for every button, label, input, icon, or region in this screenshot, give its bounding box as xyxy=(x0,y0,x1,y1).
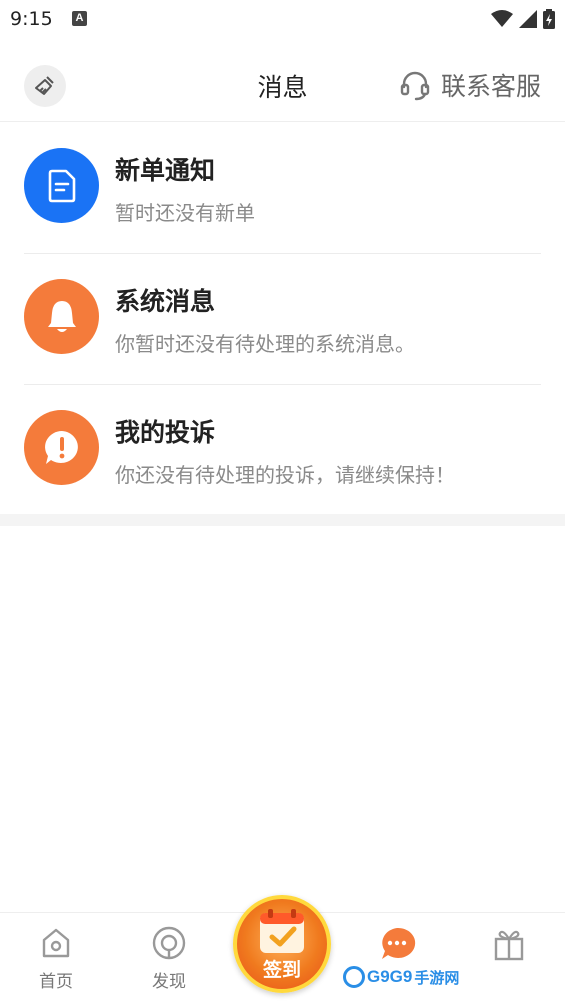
message-item-system[interactable]: 系统消息 你暂时还没有待处理的系统消息。 xyxy=(0,254,565,385)
contact-service-label: 联系客服 xyxy=(440,72,541,101)
system-message-icon-badge xyxy=(24,279,99,354)
home-icon xyxy=(42,928,70,958)
watermark-suffix: 手游网 xyxy=(414,969,460,987)
section-separator xyxy=(0,514,565,526)
wifi-icon xyxy=(491,10,513,27)
clear-messages-button[interactable] xyxy=(24,65,66,107)
notification-a-icon: A xyxy=(72,11,87,26)
watermark-brand: G9G9 xyxy=(367,967,413,986)
watermark-logo: G9G9 手游网 xyxy=(343,966,459,988)
nav-item-gift[interactable] xyxy=(469,925,549,963)
message-description: 你暂时还没有待处理的系统消息。 xyxy=(115,332,415,356)
nav-label: 发现 xyxy=(152,972,186,992)
message-list: 新单通知 暂时还没有新单 系统消息 你暂时还没有待处理的系统消息。 我的投诉 你… xyxy=(0,123,565,516)
broom-icon xyxy=(35,76,54,95)
message-description: 你还没有待处理的投诉，请继续保持！ xyxy=(115,463,455,487)
complaint-icon-badge xyxy=(24,410,99,485)
contact-service-button[interactable]: 联系客服 xyxy=(399,65,541,105)
gift-icon xyxy=(494,930,524,961)
checkin-label: 签到 xyxy=(262,959,301,981)
message-title: 系统消息 xyxy=(115,287,216,316)
status-icons xyxy=(491,9,555,29)
chat-bubble-icon xyxy=(382,927,416,959)
status-bar: 9:15 A xyxy=(0,0,565,40)
header: 消息 联系客服 xyxy=(0,48,565,122)
battery-charging-icon xyxy=(543,9,555,29)
cellular-signal-icon xyxy=(519,10,537,28)
exclamation-bubble-icon xyxy=(44,430,78,464)
g9g9-logo-icon xyxy=(343,966,365,988)
nav-item-messages[interactable] xyxy=(357,925,437,963)
nav-item-home[interactable]: 首页 xyxy=(16,925,96,992)
message-item-new-orders[interactable]: 新单通知 暂时还没有新单 xyxy=(0,123,565,254)
document-icon xyxy=(48,169,75,202)
checkin-button[interactable]: 签到 xyxy=(233,895,331,993)
bell-icon xyxy=(47,300,76,332)
discover-icon xyxy=(152,926,186,960)
nav-label: 首页 xyxy=(39,972,73,992)
calendar-check-icon xyxy=(260,909,304,953)
status-time: 9:15 xyxy=(10,8,53,30)
message-item-complaints[interactable]: 我的投诉 你还没有待处理的投诉，请继续保持！ xyxy=(0,385,565,516)
new-order-icon-badge xyxy=(24,148,99,223)
message-title: 我的投诉 xyxy=(115,418,216,447)
message-title: 新单通知 xyxy=(115,156,216,185)
headset-icon xyxy=(400,71,430,101)
nav-item-discover[interactable]: 发现 xyxy=(129,925,209,992)
message-description: 暂时还没有新单 xyxy=(115,201,255,225)
